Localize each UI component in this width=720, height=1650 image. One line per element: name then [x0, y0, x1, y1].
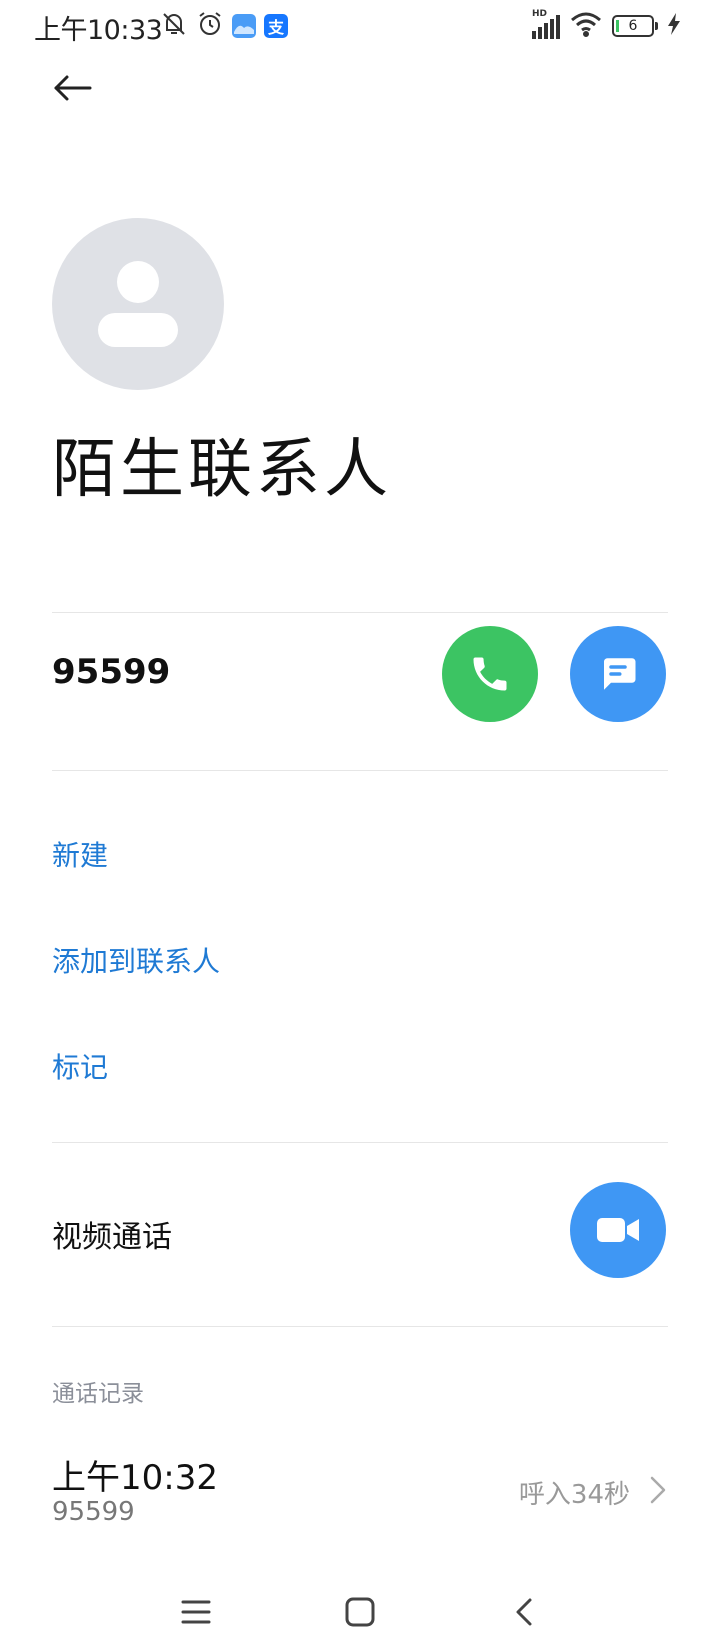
menu-icon — [181, 1600, 211, 1624]
message-button[interactable] — [570, 626, 666, 722]
status-bar: 上午10:33 支 HD 6 — [0, 0, 720, 52]
video-call-label[interactable]: 视频通话 — [52, 1212, 172, 1256]
status-time: 上午10:33 — [34, 15, 163, 46]
status-icons-left: 支 — [160, 10, 288, 42]
arrow-left-icon — [54, 75, 92, 101]
new-contact-link[interactable]: 新建 — [52, 834, 108, 874]
gallery-app-icon — [232, 14, 256, 38]
signal-label: HD — [532, 9, 548, 19]
status-icons-right: HD 6 — [532, 9, 680, 42]
avatar — [52, 218, 224, 390]
wifi-icon — [570, 11, 602, 41]
divider-actions — [52, 1142, 668, 1143]
bell-off-icon — [160, 10, 188, 42]
back-button[interactable] — [46, 62, 98, 114]
phone-icon — [473, 657, 507, 691]
video-call-button[interactable] — [570, 1182, 666, 1278]
battery-icon: 6 — [612, 15, 658, 37]
battery-level: 6 — [628, 18, 638, 34]
phone-number[interactable]: 95599 — [52, 652, 170, 692]
divider-top — [52, 612, 668, 613]
mark-link[interactable]: 标记 — [52, 1046, 108, 1086]
alarm-icon — [196, 10, 224, 42]
call-log-number: 95599 — [52, 1497, 135, 1527]
home-square-icon — [345, 1597, 375, 1627]
home-button[interactable] — [336, 1588, 384, 1636]
navigation-bar — [0, 1570, 720, 1650]
chevron-left-icon — [516, 1598, 532, 1626]
chevron-right-icon[interactable] — [640, 1472, 676, 1508]
hd-signal-icon: HD — [532, 9, 560, 39]
nav-back-button[interactable] — [500, 1588, 548, 1636]
call-log-status: 呼入34秒 — [518, 1480, 630, 1510]
message-icon — [604, 658, 636, 690]
call-log-time[interactable]: 上午10:32 — [52, 1450, 218, 1499]
charging-icon — [668, 13, 680, 39]
divider-number — [52, 770, 668, 771]
avatar-body — [98, 313, 178, 347]
menu-button[interactable] — [172, 1588, 220, 1636]
contact-name: 陌生联系人 — [52, 433, 392, 507]
avatar-head — [117, 261, 159, 303]
add-to-contacts-link[interactable]: 添加到联系人 — [52, 940, 220, 980]
alipay-app-icon: 支 — [264, 14, 288, 38]
video-camera-icon — [597, 1218, 639, 1242]
call-button[interactable] — [442, 626, 538, 722]
divider-video — [52, 1326, 668, 1327]
call-log-title: 通话记录 — [52, 1381, 144, 1407]
